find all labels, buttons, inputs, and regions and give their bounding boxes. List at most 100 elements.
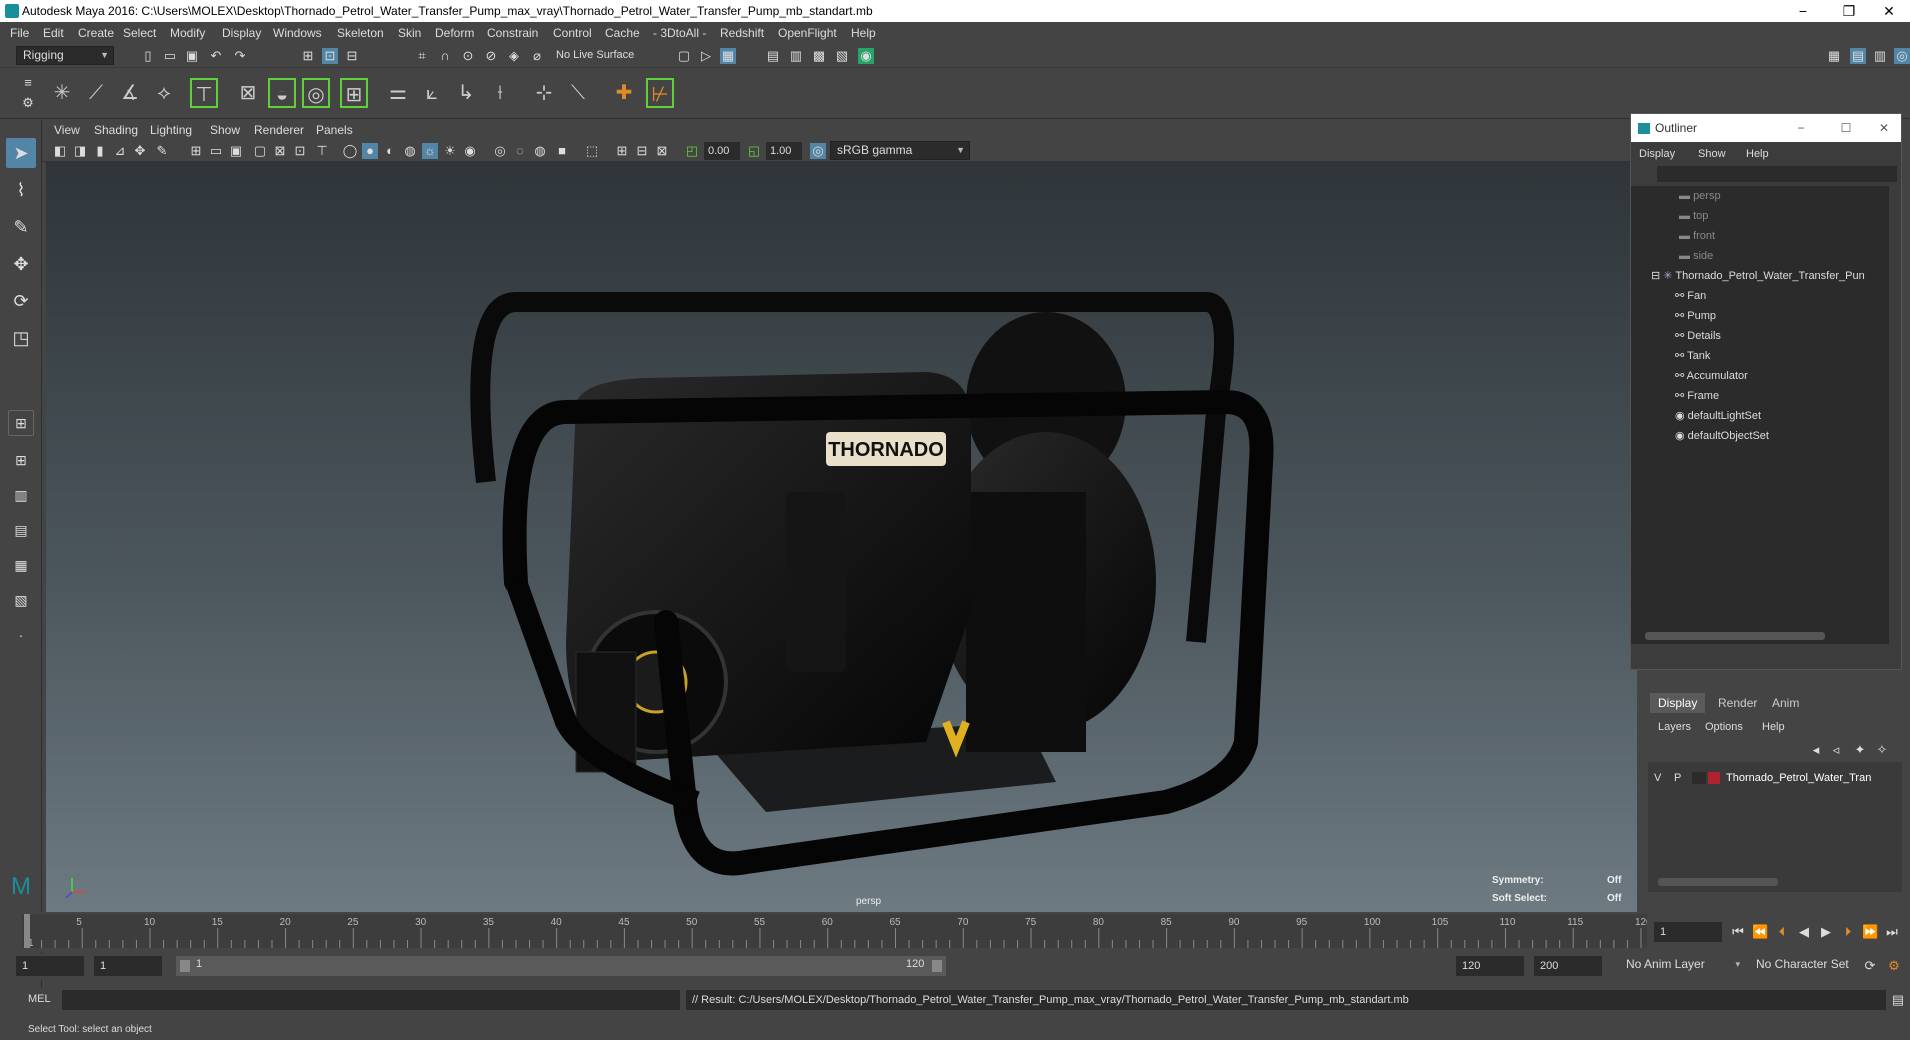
safe-title-icon[interactable]: ⊤ [314,143,330,159]
snap-live-icon[interactable]: ⌀ [529,48,545,64]
film-gate-icon[interactable]: ▭ [208,143,224,159]
open-scene-icon[interactable]: ▭ [162,48,178,64]
outliner-item-fan[interactable]: ⚯ Fan [1675,286,1706,306]
step-back-icon[interactable]: ⏪ [1752,924,1768,940]
script-language-toggle[interactable]: MEL [28,993,51,1005]
rotate-tool-icon[interactable]: ⟳ [6,286,36,316]
color-space-dropdown[interactable]: sRGB gamma ▼ [830,141,970,160]
redo-icon[interactable]: ↷ [232,48,248,64]
attribute-editor-toggle-icon[interactable]: ▤ [1850,48,1866,64]
outliner-horizontal-scrollbar[interactable] [1645,632,1825,640]
layer-color-swatch[interactable] [1708,772,1720,784]
shadows-icon[interactable]: ☀ [442,143,458,159]
persp-uv-layout-icon[interactable]: ▧ [6,585,36,615]
outliner-minimize-button[interactable]: − [1786,114,1816,142]
snap-curve-icon[interactable]: ∩ [437,48,453,64]
ambient-occlusion-icon[interactable]: ◉ [462,143,478,159]
snap-view-icon[interactable]: ⊘ [483,48,499,64]
ik-spline-icon[interactable]: ∡ [116,78,144,108]
perspective-viewport[interactable]: THORNADO persp Symmetry: Off Soft Select… [46,162,1637,912]
save-scene-icon[interactable]: ▣ [184,48,200,64]
backface-icon[interactable]: ■ [554,143,570,159]
menu-edit[interactable]: Edit [43,22,64,44]
move-tool-icon[interactable]: ✥ [6,249,36,279]
go-to-start-icon[interactable]: ⏮ [1730,924,1746,940]
tool-settings-toggle-icon[interactable]: ▥ [1872,48,1888,64]
menu-3dtoall[interactable]: - 3DtoAll - [653,22,706,44]
hypershade-layout-icon[interactable]: ▦ [6,550,36,580]
exposure-field[interactable]: 0.00 [704,142,740,160]
outliner-maximize-button[interactable]: ☐ [1831,114,1861,142]
layer-menu-layers[interactable]: Layers [1658,721,1691,733]
layer-menu-help[interactable]: Help [1762,721,1785,733]
orient-joint-icon[interactable]: ⊤ [190,78,218,108]
wireframe-on-shaded-icon[interactable]: ◐ [382,143,398,159]
render-current-icon[interactable]: ▥ [788,48,804,64]
menu-modify[interactable]: Modify [170,22,205,44]
shelf-settings-icon[interactable]: ⚙ [20,95,36,111]
menu-openflight[interactable]: OpenFlight [778,22,837,44]
collapse-icon[interactable]: ⊟ [1651,270,1663,282]
outliner-item-frame[interactable]: ⚯ Frame [1675,386,1719,406]
insert-joint-icon[interactable]: ⟡ [150,78,178,108]
playback-start-field[interactable]: 1 [94,956,162,976]
persp-graph-layout-icon[interactable]: ▤ [6,515,36,545]
menu-control[interactable]: Control [553,22,592,44]
menu-skin[interactable]: Skin [398,22,421,44]
move-layer-down-icon[interactable]: ◃ [1828,742,1844,758]
hypershade-icon[interactable]: ◉ [858,48,874,64]
outliner-item-tank[interactable]: ⚯ Tank [1675,346,1710,366]
outliner-menu-display[interactable]: Display [1639,148,1675,160]
field-chart-icon[interactable]: ⊠ [272,143,288,159]
layer-visibility-toggle[interactable]: V [1654,768,1661,788]
menu-file[interactable]: File [10,22,29,44]
outliner-item-default-light-set[interactable]: ◉ defaultLightSet [1675,406,1761,426]
isolate-select-icon[interactable]: ⬚ [584,143,600,159]
layer-menu-options[interactable]: Options [1705,721,1743,733]
outliner-item-persp[interactable]: ▬ persp [1679,186,1721,206]
render-settings-icon[interactable]: ▧ [834,48,850,64]
menu-set-dropdown[interactable]: Rigging ▼ [16,46,114,65]
gamma-field[interactable]: 1.00 [766,142,802,160]
play-back-icon[interactable]: ◀ [1796,924,1812,940]
panel-menu-panels[interactable]: Panels [316,120,353,140]
animation-start-field[interactable]: 1 [16,956,84,976]
ipr-icon[interactable]: ▦ [720,48,736,64]
move-layer-up-icon[interactable]: ◂ [1808,742,1824,758]
current-frame-marker[interactable] [24,914,30,948]
outliner-close-button[interactable]: ✕ [1869,114,1899,142]
anim-layer-dropdown[interactable]: No Anim Layer ▾ [1620,956,1744,976]
panel-menu-view[interactable]: View [54,120,80,140]
joint-tool-icon[interactable]: ✳ [48,78,76,108]
script-editor-icon[interactable]: ▤ [1890,992,1906,1008]
menu-create[interactable]: Create [78,22,114,44]
layer-tab-render[interactable]: Render [1710,693,1765,713]
parent-constraint-icon[interactable]: ⊹ [530,78,558,108]
play-forward-icon[interactable]: ▶ [1818,924,1834,940]
camera-attributes-icon[interactable]: ◨ [72,143,88,159]
undo-icon[interactable]: ↶ [208,48,224,64]
xray-icon[interactable]: ◎ [492,143,508,159]
minimize-button[interactable]: − [1780,0,1826,22]
select-hierarchy-icon[interactable]: ⊞ [300,48,316,64]
paint-select-icon[interactable]: ✎ [6,212,36,242]
use-all-lights-icon[interactable]: ☼ [422,143,438,159]
bind-skin-icon[interactable]: ⊠ [234,78,262,108]
panel-menu-lighting[interactable]: Lighting [150,120,192,140]
next-key-icon[interactable]: ⏵ [1840,924,1856,940]
pole-vector-icon[interactable]: ⟍ [564,78,592,108]
outliner-item-default-object-set[interactable]: ◉ defaultObjectSet [1675,426,1769,446]
new-scene-icon[interactable]: ▯ [140,48,156,64]
menu-display[interactable]: Display [222,22,261,44]
scale-tool-icon[interactable]: ◳ [6,323,36,353]
go-to-end-icon[interactable]: ⏭ [1884,924,1900,940]
menu-deform[interactable]: Deform [435,22,474,44]
bookmark-icon[interactable]: ▮ [92,143,108,159]
outliner-item-pump[interactable]: ⚯ Pump [1675,306,1716,326]
textured-icon[interactable]: ◍ [402,143,418,159]
render-icon[interactable]: ▷ [698,48,714,64]
shelf-tabs-icon[interactable]: ≡ [20,75,36,91]
image-plane-icon[interactable]: ⊿ [112,143,128,159]
grid-icon[interactable]: ⊞ [188,143,204,159]
layer-tab-display[interactable]: Display [1650,693,1706,713]
